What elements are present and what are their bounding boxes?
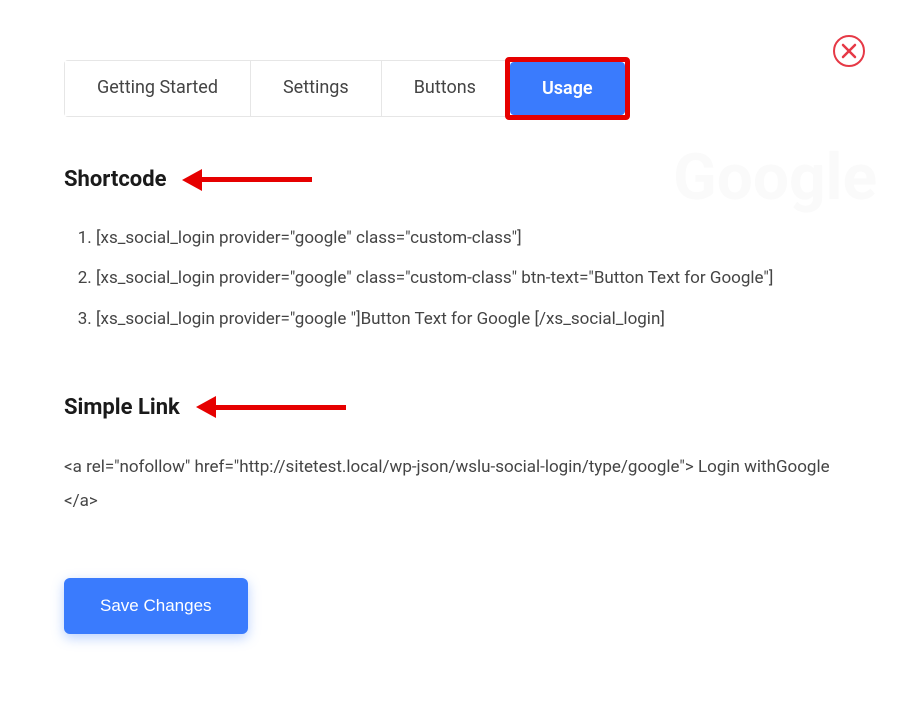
section-heading-shortcode: Shortcode	[64, 167, 843, 192]
tab-bar: Getting Started Settings Buttons Usage	[64, 60, 627, 117]
shortcode-list: [xs_social_login provider="google" class…	[64, 222, 843, 335]
tab-settings[interactable]: Settings	[251, 61, 382, 116]
shortcode-title: Shortcode	[64, 167, 166, 192]
section-heading-simple-link: Simple Link	[64, 395, 843, 420]
close-icon	[841, 43, 857, 59]
tab-buttons[interactable]: Buttons	[382, 61, 509, 116]
annotation-highlight-box: Usage	[505, 57, 630, 120]
shortcode-item: [xs_social_login provider="google" class…	[96, 222, 843, 254]
close-button[interactable]	[833, 35, 865, 67]
simple-link-code: <a rel="nofollow" href="http://sitetest.…	[64, 450, 843, 518]
annotation-arrow-icon	[182, 173, 312, 187]
tab-usage[interactable]: Usage	[510, 62, 625, 115]
tab-getting-started[interactable]: Getting Started	[65, 61, 251, 116]
simple-link-title: Simple Link	[64, 395, 180, 420]
annotation-arrow-icon	[196, 400, 346, 414]
save-changes-button[interactable]: Save Changes	[64, 578, 248, 634]
shortcode-item: [xs_social_login provider="google "]Butt…	[96, 303, 843, 335]
shortcode-item: [xs_social_login provider="google" class…	[96, 262, 843, 294]
